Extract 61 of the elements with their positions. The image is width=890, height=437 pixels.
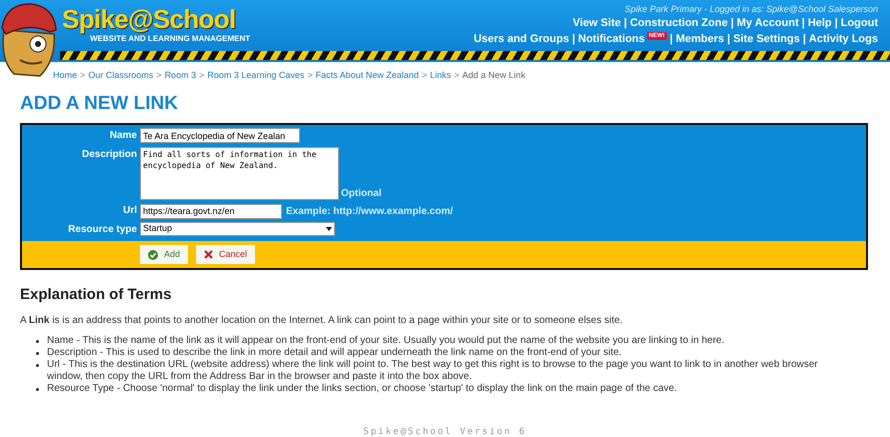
nav-link[interactable]: View Site bbox=[572, 15, 621, 31]
bullet-icon bbox=[36, 352, 39, 355]
field-label: Resource type bbox=[67, 223, 137, 237]
breadcrumb-link[interactable]: Facts About New Zealand bbox=[316, 68, 419, 82]
logo-tagline: WEBSITE AND LEARNING MANAGEMENT bbox=[90, 34, 250, 44]
current-page-label: Add a New Link bbox=[462, 69, 526, 82]
breadcrumb-separator: > bbox=[454, 69, 460, 82]
nav-link[interactable]: Users and Groups bbox=[474, 31, 570, 47]
nav-separator: | bbox=[834, 16, 838, 31]
bullet-icon bbox=[36, 340, 39, 343]
name-field[interactable]: Te Ara Encyclopedia of New Zealan bbox=[140, 128, 300, 143]
breadcrumb-separator: > bbox=[199, 69, 204, 82]
breadcrumb-separator: > bbox=[80, 69, 86, 82]
field-label: Name bbox=[108, 129, 137, 143]
field-label: Description bbox=[80, 148, 137, 162]
nav-link[interactable]: Activity Logs bbox=[808, 31, 878, 47]
term-description: Url - This is the destination URL (website address) where the link will point to. The best way to get this right is to browse to the page you want to link to in another web browser window, then copy the URL from the Address Bar in the browser and paste it into the box above. bbox=[47, 359, 819, 383]
bullet-icon bbox=[36, 388, 39, 391]
term-description: Description - This is used to describe the link in more detail and will appear underneath the link name on the front-end of your site. bbox=[47, 347, 622, 359]
add-button[interactable]: Add bbox=[140, 245, 188, 264]
nav-separator: | bbox=[572, 32, 576, 47]
description-field[interactable]: Find all sorts of information in the encyclopedia of New Zealand. bbox=[140, 147, 339, 200]
nav-separator: | bbox=[730, 16, 734, 31]
breadcrumb-link[interactable]: Room 3 bbox=[164, 68, 196, 82]
field-label: Url bbox=[122, 204, 137, 218]
breadcrumb-link[interactable]: Room 3 Learning Caves bbox=[207, 68, 304, 82]
login-info: Spike Park Primary - Logged in as: Spike@School Salesperson bbox=[624, 3, 878, 15]
bullet-icon bbox=[36, 364, 39, 367]
logo-text: Spike@School bbox=[62, 4, 237, 34]
breadcrumb-separator: > bbox=[307, 69, 313, 82]
nav-link[interactable]: Site Settings bbox=[733, 31, 800, 47]
cross-icon bbox=[204, 250, 214, 259]
dropdown-arrow-icon bbox=[326, 227, 332, 231]
breadcrumb-link[interactable]: Links bbox=[430, 68, 452, 82]
intro-paragraph: A Link is is an address that points to another location on the Internet. A link can point to a page within your site or to someone elses site. bbox=[20, 314, 624, 327]
page-title: ADD A NEW LINK bbox=[20, 92, 179, 116]
breadcrumb-separator: > bbox=[422, 69, 427, 82]
breadcrumb-link[interactable]: Our Classrooms bbox=[88, 68, 154, 82]
nav-link[interactable]: Help bbox=[808, 15, 832, 31]
breadcrumb-separator: > bbox=[156, 69, 162, 82]
optional-note: Optional bbox=[341, 188, 382, 200]
cancel-button[interactable]: Cancel bbox=[196, 245, 256, 264]
url-field[interactable]: https://teara.govt.nz/en bbox=[140, 204, 282, 218]
nav-link[interactable]: Notifications bbox=[578, 31, 645, 47]
nav-separator: | bbox=[802, 32, 806, 47]
nav-link[interactable]: Logout bbox=[840, 15, 878, 31]
breadcrumb-link[interactable]: Home bbox=[53, 68, 78, 82]
term-description: Resource Type - Choose 'normal' to display the link under the links section, or choose 'startup' to display the link on the main page of the cave. bbox=[47, 383, 678, 395]
resource-type-dropdown[interactable]: Startup bbox=[140, 222, 335, 236]
footer-version: Spike@School Version 6 bbox=[363, 427, 527, 437]
nav-separator: | bbox=[727, 32, 730, 47]
nav-separator: | bbox=[802, 16, 805, 31]
nav-link[interactable]: Construction Zone bbox=[630, 15, 728, 31]
check-circle-icon bbox=[148, 250, 158, 260]
nav-separator: | bbox=[624, 16, 627, 31]
url-example: Example: http://www.example.com/ bbox=[286, 204, 453, 218]
nav-link[interactable]: Members bbox=[676, 31, 724, 47]
section-heading: Explanation of Terms bbox=[20, 285, 172, 305]
nav-separator: | bbox=[670, 32, 673, 47]
nav-link[interactable]: My Account bbox=[736, 15, 799, 31]
term-description: Name - This is the name of the link as it will appear on the front-end of your site. Usually you would put the name of the website you are linking to in here. bbox=[47, 335, 724, 347]
